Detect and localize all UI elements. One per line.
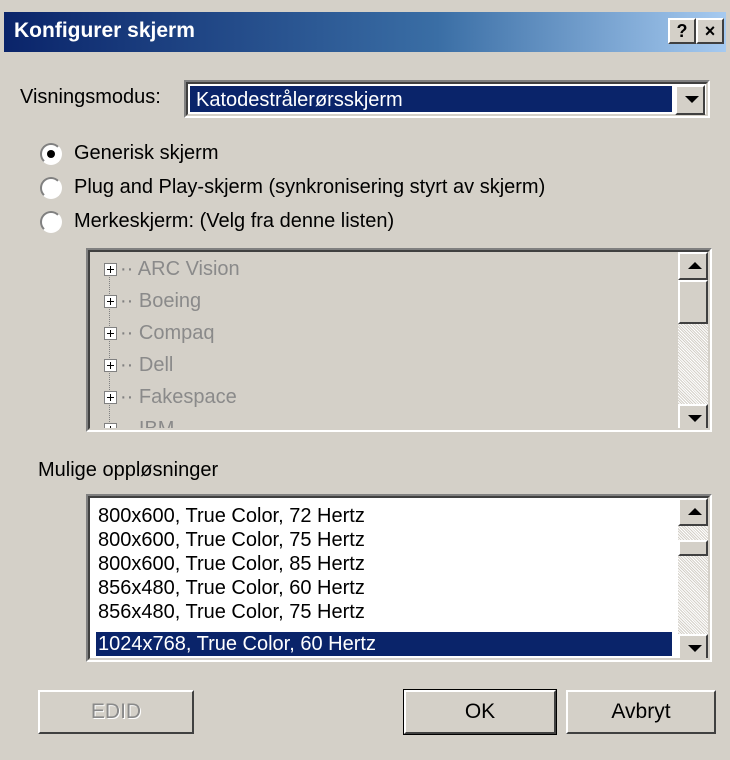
scroll-down-arrow-icon[interactable] [678,634,708,658]
radio-plug-and-play[interactable] [40,177,62,199]
list-item-selected[interactable]: 1024x768, True Color, 60 Hertz [96,632,672,656]
resolutions-list[interactable]: 800x600, True Color, 72 Hertz 800x600, T… [86,494,712,662]
radio-plug-and-play-label: Plug and Play-skjerm (synkronisering sty… [74,176,546,198]
expand-plus-icon[interactable] [104,391,117,404]
ok-button[interactable]: OK [403,689,557,735]
list-item[interactable]: 856x480, True Color, 75 Hertz [96,600,672,624]
manufacturer-tree[interactable]: ·· ARC Vision ·· Boeing ·· Compaq ·· Del… [86,248,712,432]
list-item[interactable]: 800x600, True Color, 75 Hertz [96,528,672,552]
cancel-button[interactable]: Avbryt [566,690,716,734]
expand-plus-icon[interactable] [104,423,117,428]
window-title: Konfigurer skjerm [14,19,195,42]
tree-item[interactable]: ·· ARC Vision [104,258,240,281]
tree-scrollbar[interactable] [678,252,708,428]
display-mode-value: Katodestrålerørsskjerm [190,86,672,112]
list-item[interactable]: 800x600, True Color, 85 Hertz [96,552,672,576]
radio-brand-monitor[interactable] [40,211,62,233]
display-mode-label: Visningsmodus: [20,86,161,108]
list-item[interactable]: 856x480, True Color, 60 Hertz [96,576,672,600]
tree-item[interactable]: ·· Dell [104,354,173,377]
tree-item[interactable]: ·· Boeing [104,290,201,313]
list-item[interactable]: 800x600, True Color, 72 Hertz [96,504,672,528]
expand-plus-icon[interactable] [104,263,117,276]
radio-generic-label: Generisk skjerm [74,142,219,164]
radio-selected-dot [47,150,55,158]
edid-button[interactable]: EDID [38,690,194,734]
help-button[interactable]: ? [668,18,696,44]
chevron-down-icon[interactable] [675,85,705,115]
tree-item[interactable]: ·· Fakespace [104,386,237,409]
scroll-up-arrow-icon[interactable] [678,252,708,280]
expand-plus-icon[interactable] [104,295,117,308]
scroll-down-arrow-icon[interactable] [678,404,708,428]
expand-plus-icon[interactable] [104,359,117,372]
radio-brand-label: Merkeskjerm: (Velg fra denne listen) [74,210,395,232]
display-mode-select[interactable]: Katodestrålerørsskjerm [184,80,710,118]
resolutions-label: Mulige oppløsninger [38,459,219,481]
expand-plus-icon[interactable] [104,327,117,340]
scroll-up-arrow-icon[interactable] [678,498,708,526]
title-bar[interactable]: Konfigurer skjerm ? × [4,12,726,52]
configure-monitor-dialog: Konfigurer skjerm ? × Visningsmodus: Kat… [0,0,730,760]
resolutions-scrollbar[interactable] [678,498,708,658]
close-button[interactable]: × [696,18,724,44]
tree-item[interactable]: ·· IBM [104,418,174,428]
radio-generic-monitor[interactable] [40,143,62,165]
tree-item[interactable]: ·· Compaq [104,322,215,345]
scroll-thumb[interactable] [678,280,708,324]
scroll-thumb[interactable] [678,540,708,556]
